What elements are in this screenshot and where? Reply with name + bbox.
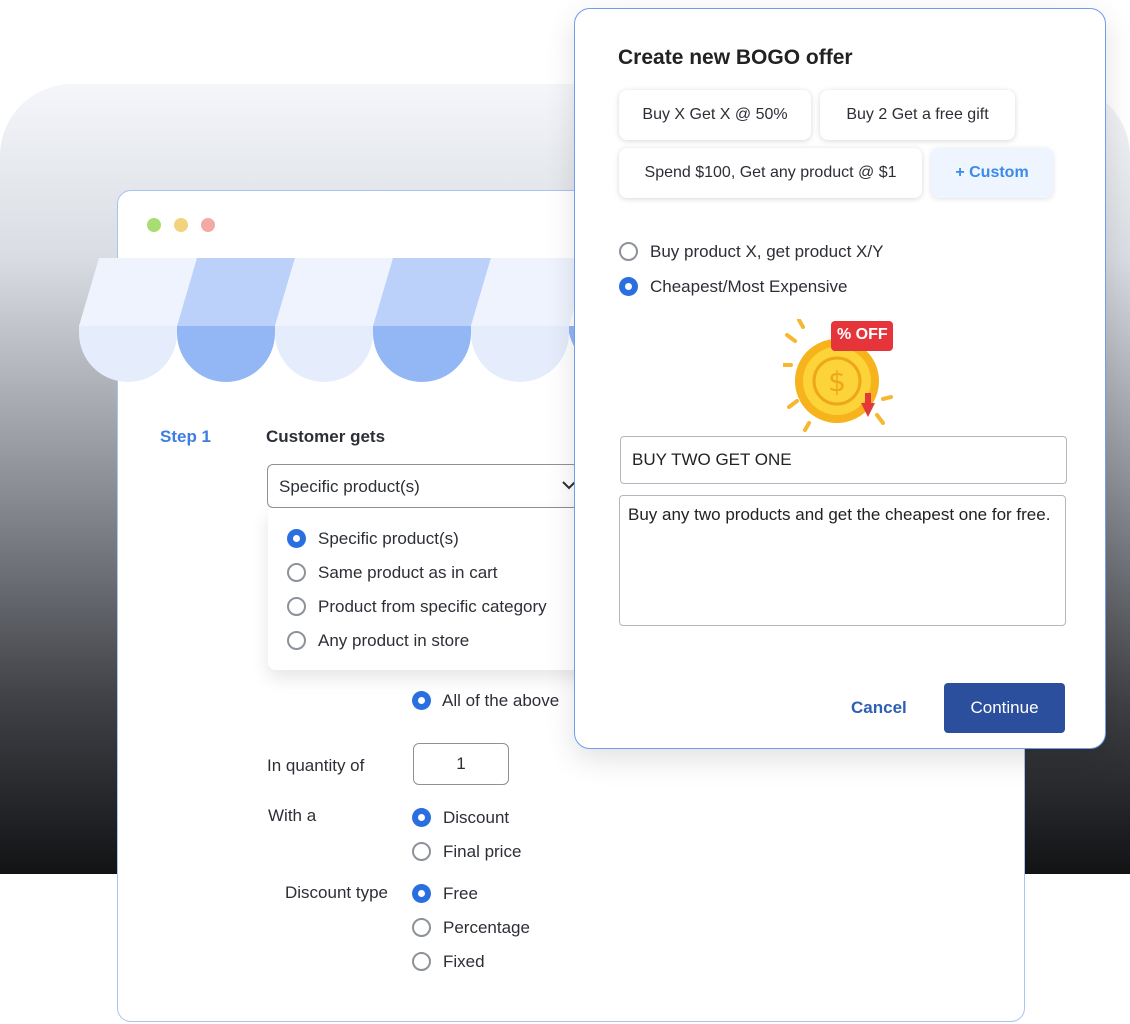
option-specific-products[interactable]: Specific product(s)	[318, 529, 459, 549]
offer-description-textarea[interactable]: Buy any two products and get the cheapes…	[619, 495, 1066, 626]
svg-text:$: $	[828, 365, 846, 398]
quantity-label: In quantity of	[267, 756, 365, 775]
select-value: Specific product(s)	[279, 477, 420, 496]
radio-percentage[interactable]	[412, 918, 431, 937]
discount-type-label: Discount type	[285, 883, 388, 902]
radio-all-of-above[interactable]	[412, 691, 431, 710]
with-a-label: With a	[268, 806, 317, 825]
radio-fixed[interactable]	[412, 952, 431, 971]
customer-gets-label: Customer gets	[266, 427, 386, 446]
window-dot-green	[147, 218, 161, 232]
chip-spend-100[interactable]: Spend $100, Get any product @ $1	[619, 148, 922, 198]
radio-buy-x-get-xy[interactable]	[619, 242, 638, 261]
option-percentage[interactable]: Percentage	[443, 918, 530, 938]
customer-gets-select[interactable]: Specific product(s)	[267, 464, 589, 508]
chip-buy-2-free-gift[interactable]: Buy 2 Get a free gift	[820, 90, 1015, 140]
create-bogo-modal: Create new BOGO offer Buy X Get X @ 50% …	[574, 8, 1106, 749]
step-label: Step 1	[160, 427, 212, 446]
continue-button[interactable]: Continue	[944, 683, 1065, 733]
option-fixed[interactable]: Fixed	[443, 952, 485, 972]
option-any-product[interactable]: Any product in store	[318, 631, 469, 651]
radio-cheapest-most-expensive[interactable]	[619, 277, 638, 296]
radio-any-product[interactable]	[287, 631, 306, 650]
percent-off-badge: % OFF	[837, 326, 888, 343]
radio-specific-category[interactable]	[287, 597, 306, 616]
window-dot-yellow	[174, 218, 188, 232]
option-all-of-above[interactable]: All of the above	[442, 691, 559, 711]
chip-buy-x-get-x[interactable]: Buy X Get X @ 50%	[619, 90, 811, 140]
offer-title-input[interactable]: BUY TWO GET ONE	[620, 436, 1067, 484]
quantity-input[interactable]: 1	[413, 743, 509, 785]
radio-same-product[interactable]	[287, 563, 306, 582]
radio-discount[interactable]	[412, 808, 431, 827]
radio-final-price[interactable]	[412, 842, 431, 861]
radio-specific-products[interactable]	[287, 529, 306, 548]
cancel-button[interactable]: Cancel	[851, 698, 907, 718]
chip-custom[interactable]: + Custom	[931, 148, 1053, 198]
option-buy-x-get-xy[interactable]: Buy product X, get product X/Y	[650, 242, 883, 262]
store-awning-illustration	[79, 258, 599, 382]
option-same-product[interactable]: Same product as in cart	[318, 563, 498, 583]
option-final-price[interactable]: Final price	[443, 842, 521, 862]
option-specific-category[interactable]: Product from specific category	[318, 597, 547, 617]
window-dot-red	[201, 218, 215, 232]
option-discount[interactable]: Discount	[443, 808, 509, 828]
option-cheapest-most-expensive[interactable]: Cheapest/Most Expensive	[650, 277, 848, 297]
radio-free[interactable]	[412, 884, 431, 903]
modal-title: Create new BOGO offer	[618, 46, 853, 69]
option-free[interactable]: Free	[443, 884, 478, 904]
